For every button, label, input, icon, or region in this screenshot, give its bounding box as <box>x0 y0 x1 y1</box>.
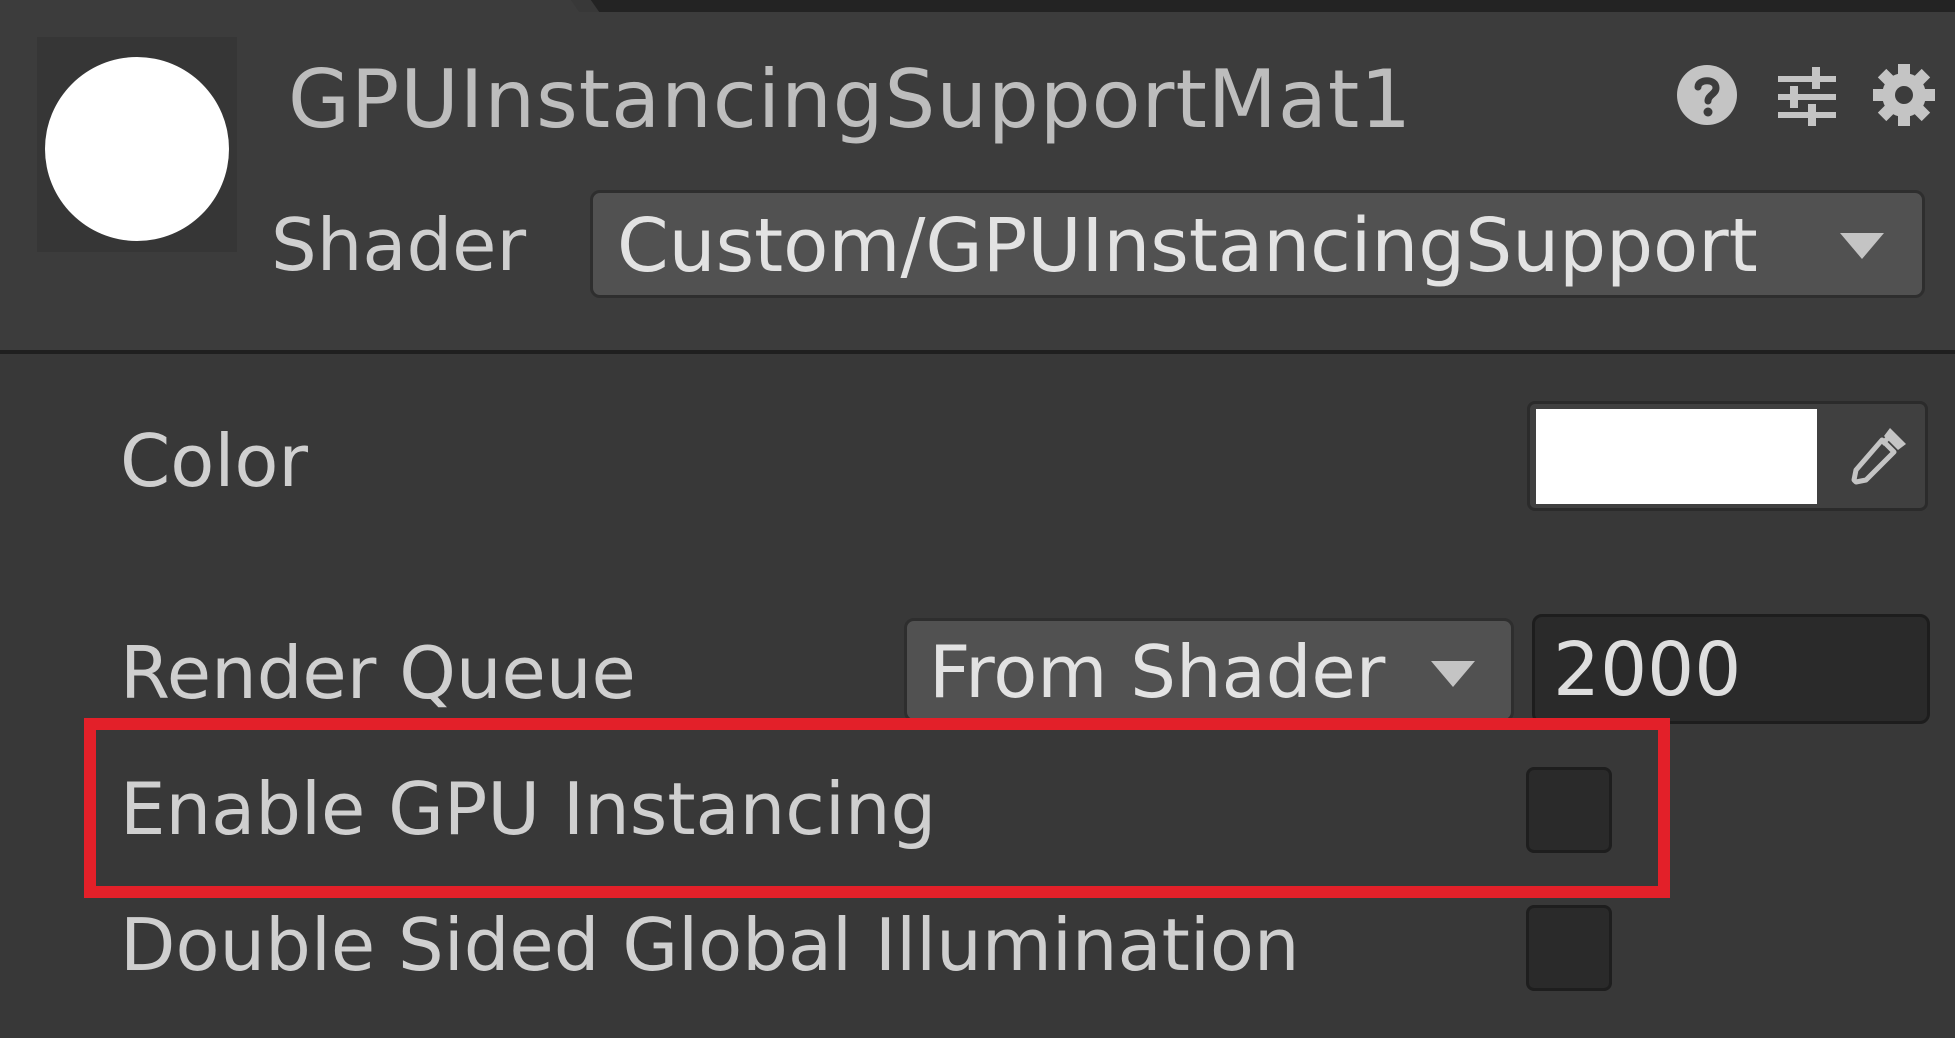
presets-icon[interactable] <box>1774 62 1840 128</box>
color-swatch[interactable] <box>1536 409 1817 504</box>
color-field[interactable] <box>1527 401 1928 511</box>
annotation-highlight-box <box>84 718 1670 898</box>
shader-dropdown[interactable]: Custom/GPUInstancingSupport <box>590 190 1925 298</box>
chevron-down-icon <box>1840 233 1884 259</box>
material-name: GPUInstancingSupportMat1 <box>288 53 1413 146</box>
render-queue-label: Render Queue <box>120 631 636 715</box>
render-queue-mode-value: From Shader <box>929 630 1386 714</box>
material-preview-sphere <box>45 57 229 241</box>
help-icon[interactable] <box>1674 62 1740 128</box>
chevron-down-icon <box>1431 661 1475 687</box>
render-queue-mode-dropdown[interactable]: From Shader <box>904 618 1514 722</box>
header-separator <box>0 350 1955 354</box>
material-inspector: GPUInstancingSupportMat1 Shader Custom/G… <box>0 0 1955 1038</box>
render-queue-value-field[interactable]: 2000 <box>1532 614 1930 724</box>
eyedropper-icon[interactable] <box>1842 420 1914 492</box>
double-sided-gi-checkbox[interactable] <box>1526 905 1612 991</box>
double-sided-gi-label: Double Sided Global Illumination <box>120 903 1300 987</box>
panel-top-strip <box>585 0 1955 12</box>
color-label: Color <box>120 419 308 503</box>
shader-dropdown-value: Custom/GPUInstancingSupport <box>617 203 1758 289</box>
shader-label: Shader <box>271 203 527 287</box>
gear-icon[interactable] <box>1871 62 1937 128</box>
render-queue-value: 2000 <box>1553 627 1742 713</box>
